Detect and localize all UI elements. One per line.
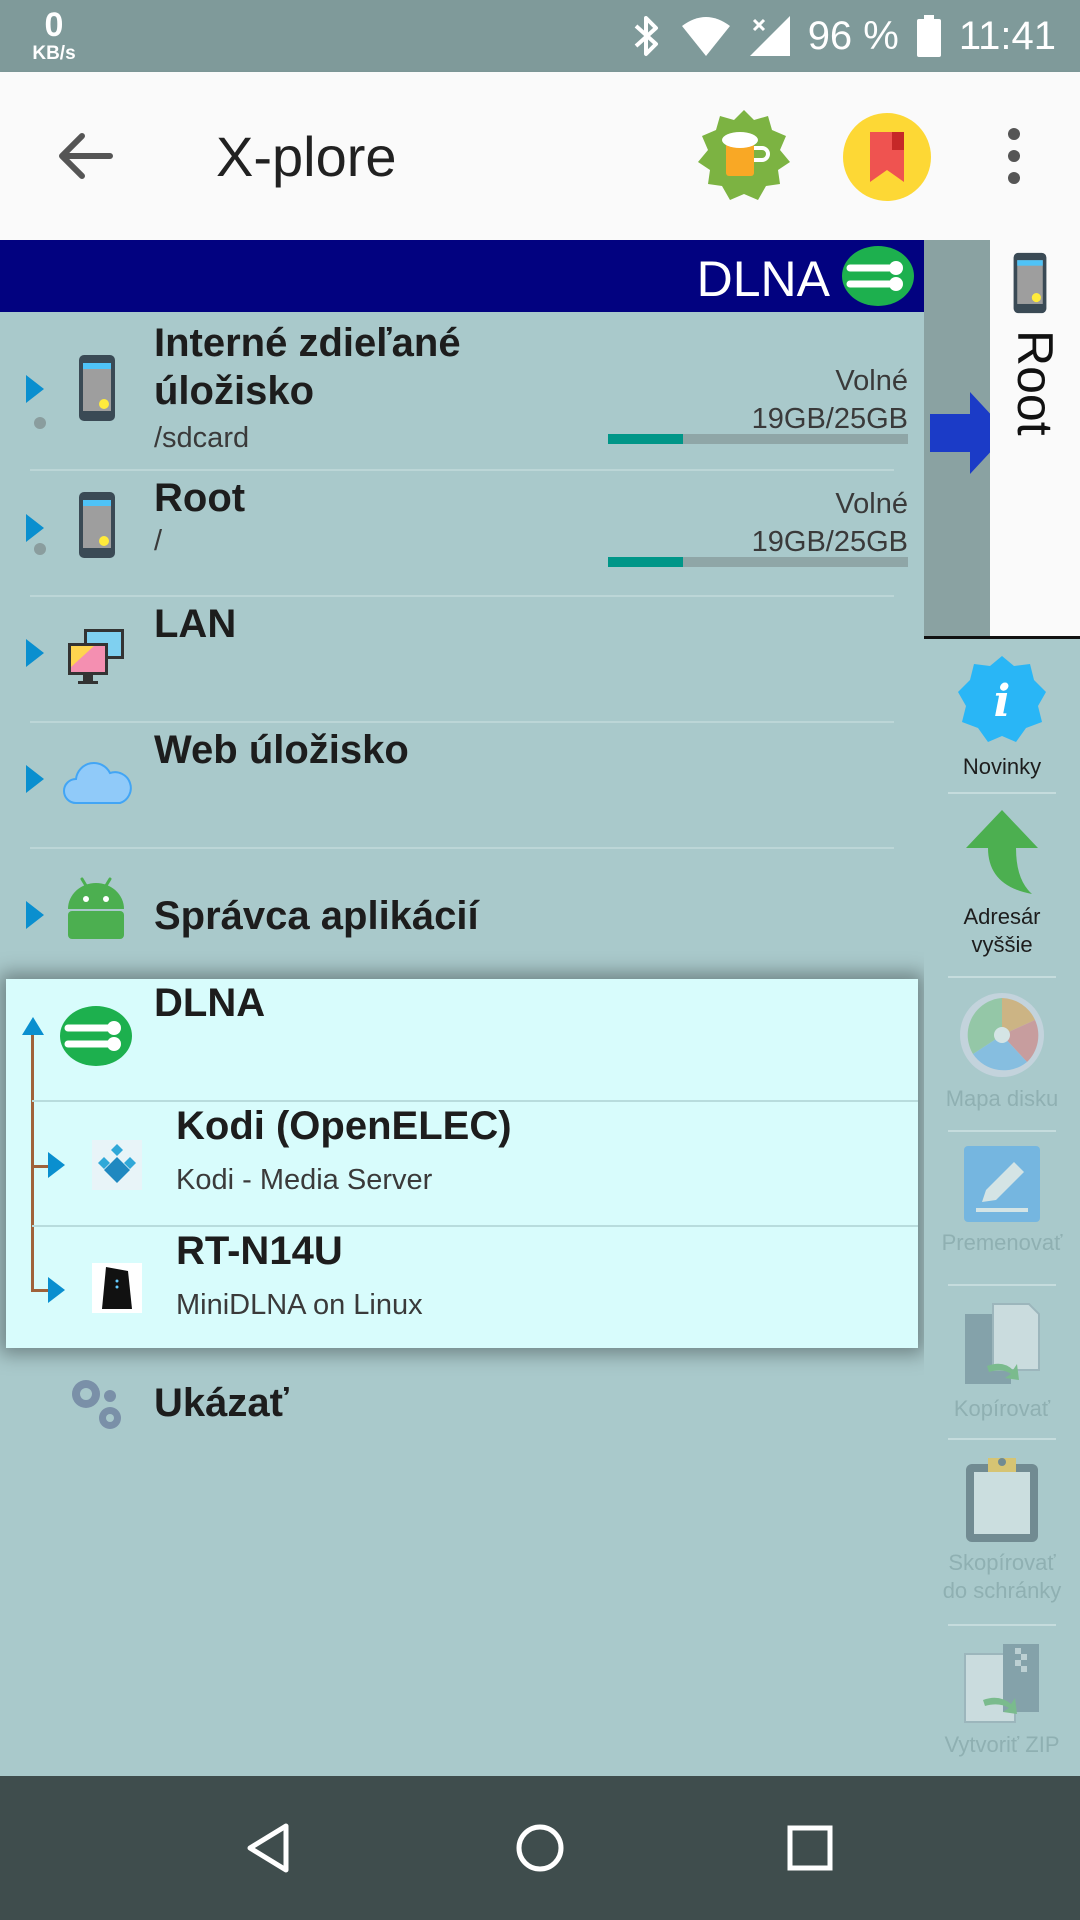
- disk-map-label: Mapa disku: [945, 1086, 1059, 1111]
- news-button[interactable]: i Novinky: [924, 652, 1080, 781]
- nav-recents-icon[interactable]: [774, 1812, 846, 1884]
- nav-back-icon[interactable]: [234, 1812, 306, 1884]
- net-speed-value: 0: [44, 6, 64, 44]
- storage-usage-bar: [608, 434, 908, 444]
- dlna-panel[interactable]: DLNA Kodi (OpenELEC) Kodi - Media Server: [6, 979, 918, 1348]
- zip-archive-icon: [964, 1644, 1039, 1723]
- list-item-app-manager[interactable]: Správca aplikácií: [0, 849, 924, 973]
- dlna-title: DLNA: [154, 981, 266, 1025]
- root-path: /: [154, 525, 163, 557]
- expand-arrow-icon[interactable]: [48, 1277, 65, 1303]
- battery-percent: 96 %: [807, 13, 899, 58]
- nav-home-icon[interactable]: [504, 1812, 576, 1884]
- copy-files-icon: [965, 1303, 1040, 1384]
- lan-title: LAN: [154, 602, 237, 646]
- left-file-pane[interactable]: DLNA Interné zdieľané úložisko /sdcard V…: [0, 240, 924, 1776]
- root-tab-label: Root: [1007, 330, 1063, 436]
- system-nav-bar: [0, 1776, 1080, 1920]
- pane-header-label: DLNA: [696, 251, 830, 307]
- net-speed-indicator: 0 KB/s: [26, 8, 82, 63]
- svg-text:i: i: [994, 676, 1011, 727]
- free-label: Volné: [835, 488, 908, 520]
- bluetooth-icon: [634, 16, 658, 56]
- router-desc: MiniDLNA on Linux: [176, 1289, 423, 1321]
- more-vert-icon[interactable]: [998, 126, 1030, 186]
- right-toolbar: Root i Novinky Adresár vyššie Mapa disku: [924, 240, 1080, 1776]
- disk-map-button[interactable]: Mapa disku: [924, 990, 1080, 1113]
- battery-icon: [916, 15, 941, 57]
- phone-storage-icon: [1013, 252, 1047, 314]
- dlna-logo-icon: [842, 246, 914, 306]
- status-bar: 0 KB/s 96 % 11:41: [0, 0, 1080, 72]
- cloud-icon: [63, 762, 132, 804]
- collapse-arrow-icon[interactable]: [22, 1017, 44, 1035]
- app-manager-title: Správca aplikácií: [154, 894, 479, 938]
- show-label: Ukázať: [154, 1381, 289, 1425]
- router-icon: [92, 1263, 142, 1313]
- beer-donate-icon[interactable]: [696, 108, 792, 204]
- wifi-icon: [681, 17, 730, 56]
- kodi-name: Kodi (OpenELEC): [176, 1104, 512, 1148]
- mount-dot-icon: [34, 543, 46, 555]
- storage-usage-bar: [608, 557, 908, 567]
- rename-label: Premenovať: [941, 1230, 1063, 1255]
- expand-arrow-icon[interactable]: [48, 1152, 65, 1178]
- phone-storage-icon: [79, 492, 115, 558]
- storage-title-line2: úložisko: [154, 369, 315, 413]
- phone-storage-icon: [79, 355, 115, 421]
- net-speed-unit: KB/s: [32, 43, 76, 64]
- free-value: 19GB/25GB: [751, 403, 908, 435]
- list-item-show[interactable]: Ukázať: [0, 1362, 924, 1462]
- cellular-no-service-icon: [749, 16, 790, 56]
- expand-arrow-icon[interactable]: [26, 901, 44, 929]
- expand-arrow-icon[interactable]: [26, 514, 44, 542]
- disk-map-icon: [960, 993, 1044, 1077]
- mount-dot-icon: [34, 417, 46, 429]
- clock: 11:41: [958, 13, 1056, 58]
- parent-folder-label: Adresár vyššie: [963, 904, 1041, 957]
- settings-gears-icon: [72, 1380, 121, 1429]
- create-zip-label: Vytvoriť ZIP: [944, 1732, 1060, 1757]
- list-item-internal-storage[interactable]: Interné zdieľané úložisko /sdcard Volné …: [0, 312, 924, 462]
- dlna-server-kodi[interactable]: Kodi (OpenELEC) Kodi - Media Server: [6, 1102, 918, 1226]
- up-arrow-icon: [966, 810, 1038, 894]
- app-bar: X-plore: [0, 72, 1080, 240]
- info-icon: i: [958, 656, 1046, 742]
- copy-button[interactable]: Kopírovať: [924, 1300, 1080, 1423]
- parent-folder-button[interactable]: Adresár vyššie: [924, 806, 1080, 959]
- root-pane-tab[interactable]: [990, 240, 1080, 636]
- app-title: X-plore: [216, 125, 397, 188]
- copy-label: Kopírovať: [953, 1396, 1051, 1421]
- android-icon: [68, 877, 124, 939]
- news-label: Novinky: [962, 754, 1042, 779]
- lan-network-icon: [68, 629, 124, 684]
- storage-title-line1: Interné zdieľané: [154, 321, 461, 365]
- root-title: Root: [154, 476, 246, 520]
- kodi-icon: [92, 1140, 142, 1190]
- expand-arrow-icon[interactable]: [26, 765, 44, 793]
- kodi-desc: Kodi - Media Server: [176, 1164, 433, 1196]
- expand-arrow-icon[interactable]: [26, 375, 44, 403]
- list-item-lan[interactable]: LAN: [0, 597, 924, 721]
- free-value: 19GB/25GB: [751, 526, 908, 558]
- clipboard-icon: [966, 1458, 1038, 1542]
- dlna-logo-icon: [60, 1006, 132, 1066]
- web-storage-title: Web úložisko: [154, 728, 409, 772]
- copy-to-clipboard-button[interactable]: Skopírovať do schránky: [924, 1454, 1080, 1605]
- router-name: RT-N14U: [176, 1229, 343, 1273]
- copy-to-clipboard-label: Skopírovať do schránky: [942, 1550, 1062, 1603]
- list-item-root[interactable]: Root / Volné 19GB/25GB: [0, 471, 924, 595]
- back-arrow-icon[interactable]: [54, 126, 114, 186]
- rename-pencil-icon: [964, 1146, 1040, 1222]
- dlna-server-router[interactable]: RT-N14U MiniDLNA on Linux: [6, 1227, 918, 1348]
- storage-path: /sdcard: [154, 422, 250, 454]
- expand-arrow-icon[interactable]: [26, 639, 44, 667]
- pane-header: DLNA: [0, 240, 924, 312]
- list-item-web-storage[interactable]: Web úložisko: [0, 723, 924, 847]
- bookmark-icon[interactable]: [842, 112, 932, 202]
- create-zip-button[interactable]: Vytvoriť ZIP: [924, 1640, 1080, 1759]
- free-label: Volné: [835, 365, 908, 397]
- rename-button[interactable]: Premenovať: [924, 1144, 1080, 1257]
